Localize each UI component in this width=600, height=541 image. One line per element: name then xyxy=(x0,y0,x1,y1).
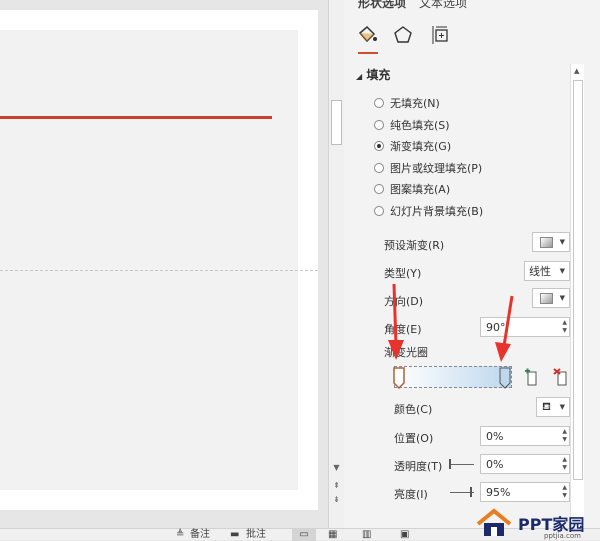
comments-icon[interactable]: ▬ xyxy=(230,529,239,541)
radio-label: 图案填充(A) xyxy=(390,183,451,196)
radio-button[interactable] xyxy=(374,184,384,194)
brightness-spinner[interactable]: 95% ▲ ▼ xyxy=(480,482,570,502)
fill-line-icon[interactable] xyxy=(356,24,378,54)
radio-pattern-fill[interactable]: 图案填充(A) xyxy=(374,181,450,197)
preset-gradient-label: 预设渐变(R) xyxy=(384,239,445,252)
scroll-down-icon[interactable]: ▼ xyxy=(331,462,342,474)
notes-button[interactable]: 备注 xyxy=(190,529,210,541)
next-slide-icon[interactable]: ⇟ xyxy=(331,494,342,506)
transparency-label: 透明度(T) xyxy=(394,460,443,473)
watermark-logo: PPT家园 pptjia.com xyxy=(474,506,600,540)
direction-dropdown[interactable]: ▼ xyxy=(532,288,570,308)
radio-picture-texture-fill[interactable]: 图片或纹理填充(P) xyxy=(374,160,482,176)
transparency-value: 0% xyxy=(486,457,504,471)
brightness-label: 亮度(I) xyxy=(394,488,428,501)
radio-label: 幻灯片背景填充(B) xyxy=(390,205,484,218)
radio-label: 纯色填充(S) xyxy=(390,119,450,132)
color-dropdown[interactable]: ⛾ ▼ xyxy=(536,397,570,417)
pane-vertical-scrollbar[interactable]: ▲ xyxy=(570,64,584,528)
gradient-stop-right-icon[interactable] xyxy=(499,367,511,389)
direction-swatch-icon xyxy=(540,292,553,304)
fill-section-title: 填充 xyxy=(366,68,391,82)
slide-background-shape[interactable] xyxy=(0,30,298,490)
angle-value: 90° xyxy=(486,320,506,334)
chevron-down-icon: ▼ xyxy=(559,403,565,411)
paint-bucket-icon: ⛾ xyxy=(542,399,551,413)
pane-scroll-thumb[interactable] xyxy=(573,80,583,480)
size-properties-icon[interactable] xyxy=(430,24,452,46)
transparency-spinner[interactable]: 0% ▲ ▼ xyxy=(480,454,570,474)
slide-vertical-scrollbar[interactable]: ▼ ⇞ ⇟ xyxy=(328,0,344,528)
notes-icon[interactable]: ≜ xyxy=(176,529,184,541)
spinner-arrows-icon[interactable]: ▲ ▼ xyxy=(562,319,567,335)
radio-button[interactable] xyxy=(374,206,384,216)
slide-editing-area xyxy=(0,0,328,528)
transparency-slider[interactable] xyxy=(450,464,474,465)
gradient-stop-left-icon[interactable] xyxy=(393,367,405,390)
radio-button-checked[interactable] xyxy=(374,141,384,151)
spinner-arrows-icon[interactable]: ▲ ▼ xyxy=(562,456,567,472)
radio-label: 无填充(N) xyxy=(390,97,440,110)
spinner-arrows-icon[interactable]: ▲ ▼ xyxy=(562,428,567,444)
remove-gradient-stop-icon[interactable] xyxy=(552,368,572,388)
gradient-stops-label: 渐变光圈 xyxy=(384,346,428,359)
radio-solid-fill[interactable]: 纯色填充(S) xyxy=(374,117,450,133)
slide-sorter-icon[interactable]: ▦ xyxy=(328,529,337,541)
radio-label: 图片或纹理填充(P) xyxy=(390,162,483,175)
angle-spinner[interactable]: 90° ▲ ▼ xyxy=(480,317,570,337)
brightness-value: 95% xyxy=(486,485,511,499)
radio-button[interactable] xyxy=(374,120,384,130)
radio-no-fill[interactable]: 无填充(N) xyxy=(374,95,440,111)
position-spinner[interactable]: 0% ▲ ▼ xyxy=(480,426,570,446)
radio-gradient-fill[interactable]: 渐变填充(G) xyxy=(374,138,451,154)
gradient-stops-bar[interactable] xyxy=(393,366,512,390)
scroll-up-icon[interactable]: ▲ xyxy=(574,67,579,75)
type-value: 线性 xyxy=(529,265,551,278)
normal-view-icon[interactable]: ▭ xyxy=(292,529,316,541)
comments-button[interactable]: 批注 xyxy=(246,529,266,541)
position-label: 位置(O) xyxy=(394,432,434,445)
radio-label: 渐变填充(G) xyxy=(390,140,452,153)
format-shape-pane: 形状选项 文本选项 ◢ 填充 无填充(N) 纯色填充(S) 渐变填充(G) 图片… xyxy=(344,0,600,528)
gradient-swatch-icon xyxy=(540,236,553,248)
tab-text-options[interactable]: 文本选项 xyxy=(419,0,467,11)
spinner-arrows-icon[interactable]: ▲ ▼ xyxy=(562,484,567,500)
direction-label: 方向(D) xyxy=(384,295,424,308)
radio-button[interactable] xyxy=(374,98,384,108)
type-label: 类型(Y) xyxy=(384,267,422,280)
slide-scroll-thumb[interactable] xyxy=(331,100,342,145)
slide-guide-line xyxy=(0,270,318,271)
color-label: 颜色(C) xyxy=(394,403,433,416)
slideshow-icon[interactable]: ▣ xyxy=(400,529,409,541)
reading-view-icon[interactable]: ▥ xyxy=(362,529,371,541)
brightness-slider-thumb[interactable] xyxy=(470,487,472,497)
slide-red-line[interactable] xyxy=(0,116,272,119)
radio-button[interactable] xyxy=(374,163,384,173)
previous-slide-icon[interactable]: ⇞ xyxy=(331,480,342,492)
slide-canvas[interactable] xyxy=(0,10,318,510)
transparency-slider-thumb[interactable] xyxy=(449,459,451,469)
watermark-url: pptjia.com xyxy=(544,532,581,540)
radio-slide-background-fill[interactable]: 幻灯片背景填充(B) xyxy=(374,203,483,219)
chevron-down-icon: ▼ xyxy=(559,267,565,275)
chevron-down-icon: ▼ xyxy=(559,238,565,246)
collapse-triangle-icon: ◢ xyxy=(356,72,363,81)
angle-label: 角度(E) xyxy=(384,323,422,336)
type-dropdown[interactable]: 线性 ▼ xyxy=(524,261,570,281)
position-value: 0% xyxy=(486,429,504,443)
house-logo-icon xyxy=(476,508,512,536)
add-gradient-stop-icon[interactable] xyxy=(522,368,542,388)
preset-gradient-dropdown[interactable]: ▼ xyxy=(532,232,570,252)
chevron-down-icon: ▼ xyxy=(559,294,565,302)
tab-shape-options[interactable]: 形状选项 xyxy=(358,0,406,11)
fill-section-header[interactable]: ◢ 填充 xyxy=(356,66,390,83)
effects-pentagon-icon[interactable] xyxy=(392,24,414,46)
